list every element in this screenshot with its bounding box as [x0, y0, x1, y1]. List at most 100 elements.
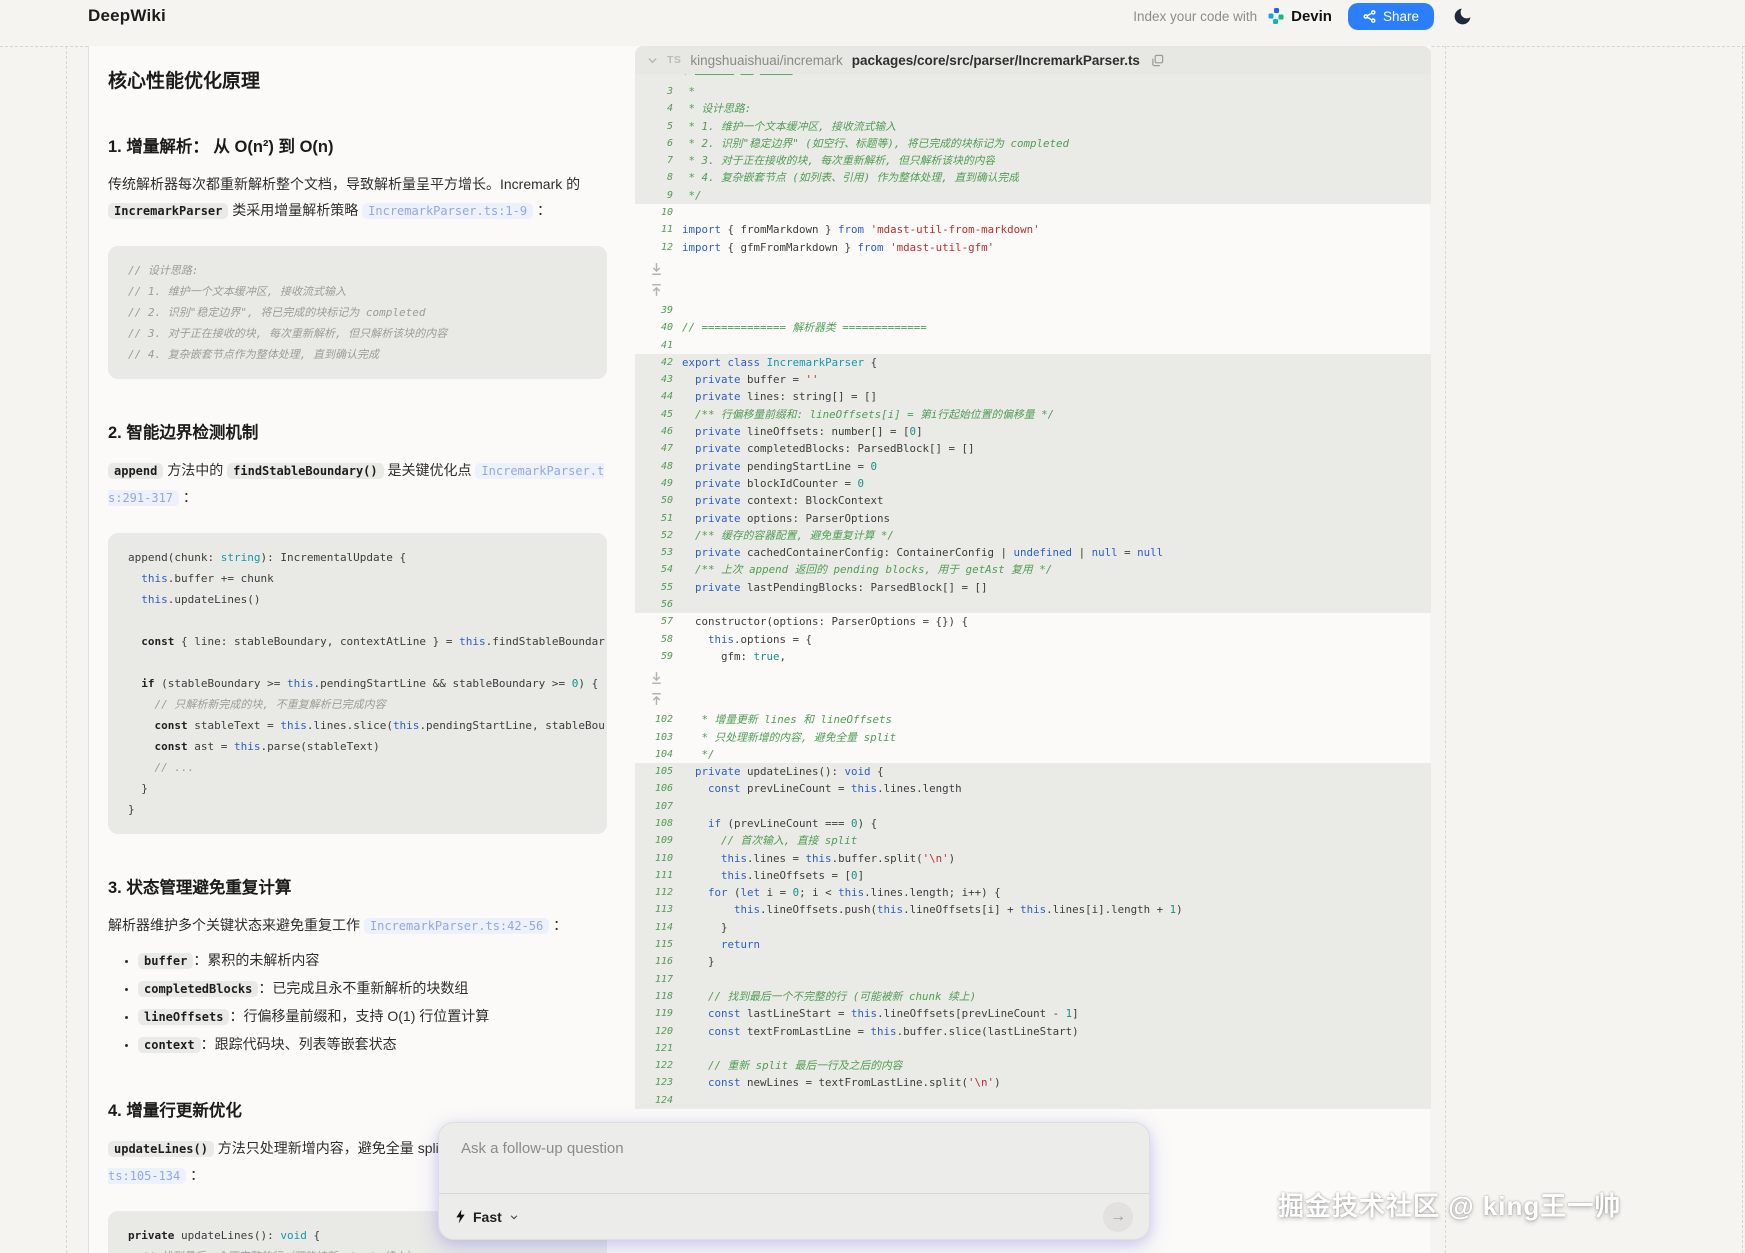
list-item: context：跟踪代码块、列表等嵌套状态: [138, 1033, 607, 1057]
code-token: ; i <: [799, 886, 838, 899]
line-number: 113: [635, 901, 673, 918]
page-title: 核心性能优化原理: [108, 66, 607, 93]
line-number: 123: [635, 1074, 673, 1091]
doc-sections: 1. 增量解析： 从 O(n²) 到 O(n)传统解析器每次都重新解析整个文档，…: [108, 133, 607, 1253]
code-token: '\n': [923, 852, 949, 865]
code-token: .lines[i].length +: [1046, 903, 1170, 916]
file-citation-link[interactable]: IncremarkParser.ts:1-9: [362, 203, 533, 219]
code-token: options: ParserOptions: [741, 512, 891, 525]
code-token: * 3. 对于正在接收的块, 每次重新解析, 但只解析该块的内容: [682, 154, 995, 167]
code-token: 'mdast-util-gfm': [890, 241, 994, 254]
code-token: this: [141, 572, 168, 585]
code-token: this: [708, 633, 734, 646]
code-token: this: [851, 1007, 877, 1020]
code-token: [682, 529, 695, 542]
code-token: .buffer += chunk: [168, 572, 274, 585]
line-content: const lastLineStart = this.lineOffsets[p…: [673, 1005, 1079, 1022]
code-line: 51 private options: ParserOptions: [635, 510, 1431, 527]
line-content: for (let i = 0; i < this.lines.length; i…: [673, 884, 1001, 901]
line-content: this.lineOffsets = [0]: [673, 867, 864, 884]
theme-toggle-button[interactable]: [1452, 6, 1473, 27]
code-token: // 只解析新完成的块, 不重复解析已完成内容: [155, 698, 386, 711]
code-token: blockIdCounter =: [741, 477, 858, 490]
expand-down-button[interactable]: [648, 670, 665, 687]
devin-link[interactable]: Devin: [1267, 7, 1332, 25]
line-content: [673, 596, 689, 613]
share-button[interactable]: Share: [1348, 3, 1434, 30]
line-number: 43: [635, 371, 673, 388]
code-token: this: [851, 782, 877, 795]
code-line: 58 this.options = {: [635, 631, 1431, 648]
list-item: completedBlocks：已完成且永不重新解析的块数组: [138, 977, 607, 1001]
code-token: const: [141, 635, 174, 648]
line-content: * 增量更新 lines 和 lineOffsets: [673, 711, 892, 728]
expand-down-button[interactable]: [648, 261, 665, 278]
code-token: void: [280, 1229, 307, 1242]
expand-up-button[interactable]: [648, 281, 665, 298]
code-line: 47 private completedBlocks: ParsedBlock[…: [635, 440, 1431, 457]
code-token: if: [141, 677, 154, 690]
line-content: * 设计思路:: [673, 100, 751, 117]
line-number: 105: [635, 763, 673, 780]
file-citation-link[interactable]: IncremarkParser.ts:42-56: [364, 918, 549, 934]
code-line: 59 gfm: true,: [635, 648, 1431, 665]
code-token: [682, 477, 695, 490]
doc-code-line: this.buffer += chunk: [128, 568, 587, 589]
section-heading: 3. 状态管理避免重复计算: [108, 874, 607, 898]
expand-up-button[interactable]: [648, 690, 665, 707]
paragraph-text: ：: [179, 489, 197, 505]
inline-code: updateLines(): [108, 1141, 214, 1157]
section-paragraph: 解析器维护多个关键状态来避免重复工作 IncremarkParser.ts:42…: [108, 912, 607, 939]
followup-input[interactable]: [439, 1123, 1149, 1193]
line-number: 7: [635, 152, 673, 169]
code-token: (prevLineCount ===: [721, 817, 851, 830]
code-token: undefined: [1014, 546, 1073, 559]
repo-name[interactable]: kingshuaishuai/incremark: [690, 53, 842, 68]
paragraph-text: 类采用增量解析策略: [228, 202, 362, 218]
line-content: }: [673, 953, 715, 970]
code-line: 111 this.lineOffsets = [0]: [635, 867, 1431, 884]
code-token: ast =: [188, 740, 234, 753]
code-token: 'mdast-util-from-markdown': [871, 223, 1040, 236]
line-number: 11: [635, 221, 673, 238]
line-number: 124: [635, 1092, 673, 1109]
line-content: private buffer = '': [673, 371, 819, 388]
line-content: /** 上次 append 返回的 pending blocks, 用于 get…: [673, 561, 1052, 578]
line-content: [673, 1092, 689, 1109]
code-token: [682, 1059, 708, 1072]
code-line: 49 private blockIdCounter = 0: [635, 475, 1431, 492]
code-token: .pendingStartLine && stableBoundary >=: [313, 677, 571, 690]
doc-code-line: const ast = this.parse(stableText): [128, 736, 587, 757]
code-token: class: [728, 356, 761, 369]
code-token: from: [838, 223, 864, 236]
doc-code-line: append(chunk: string): IncrementalUpdate…: [128, 547, 587, 568]
doc-code-line: const { line: stableBoundary, contextAtL…: [128, 631, 587, 652]
code-line: 118 // 找到最后一个不完整的行 (可能被新 chunk 续上): [635, 988, 1431, 1005]
code-token: // 重新 split 最后一行及之后的内容: [708, 1059, 903, 1072]
ts-language-badge: TS: [667, 54, 681, 66]
line-content: // 首次输入, 直接 split: [673, 832, 857, 849]
line-content: [673, 798, 689, 815]
line-number: 56: [635, 596, 673, 613]
line-number: 49: [635, 475, 673, 492]
code-token: context: BlockContext: [741, 494, 884, 507]
line-content: /** 行偏移量前缀和: lineOffsets[i] = 第i行起始位置的偏移…: [673, 406, 1054, 423]
code-line: 40// ============= 解析器类 =============: [635, 319, 1431, 336]
code-token: append(chunk:: [128, 551, 221, 564]
paragraph-text: 解析器维护多个关键状态来避免重复工作: [108, 917, 364, 933]
send-button[interactable]: →: [1103, 1202, 1133, 1232]
doc-code-line: [128, 610, 587, 631]
line-number: 54: [635, 561, 673, 578]
file-path[interactable]: packages/core/src/parser/IncremarkParser…: [852, 53, 1140, 68]
code-token: .parse(stableText): [260, 740, 379, 753]
code-token: from: [858, 241, 884, 254]
line-number: 55: [635, 579, 673, 596]
line-content: [673, 1040, 689, 1057]
code-token: 0: [871, 460, 878, 473]
collapse-chevron-icon[interactable]: [647, 55, 658, 66]
inline-code: completedBlocks: [138, 981, 258, 997]
copy-path-button[interactable]: [1151, 54, 1164, 67]
deepwiki-logo[interactable]: DeepWiki: [88, 6, 166, 26]
model-speed-selector[interactable]: Fast: [455, 1209, 519, 1225]
code-token: lines: string[] = []: [741, 390, 878, 403]
